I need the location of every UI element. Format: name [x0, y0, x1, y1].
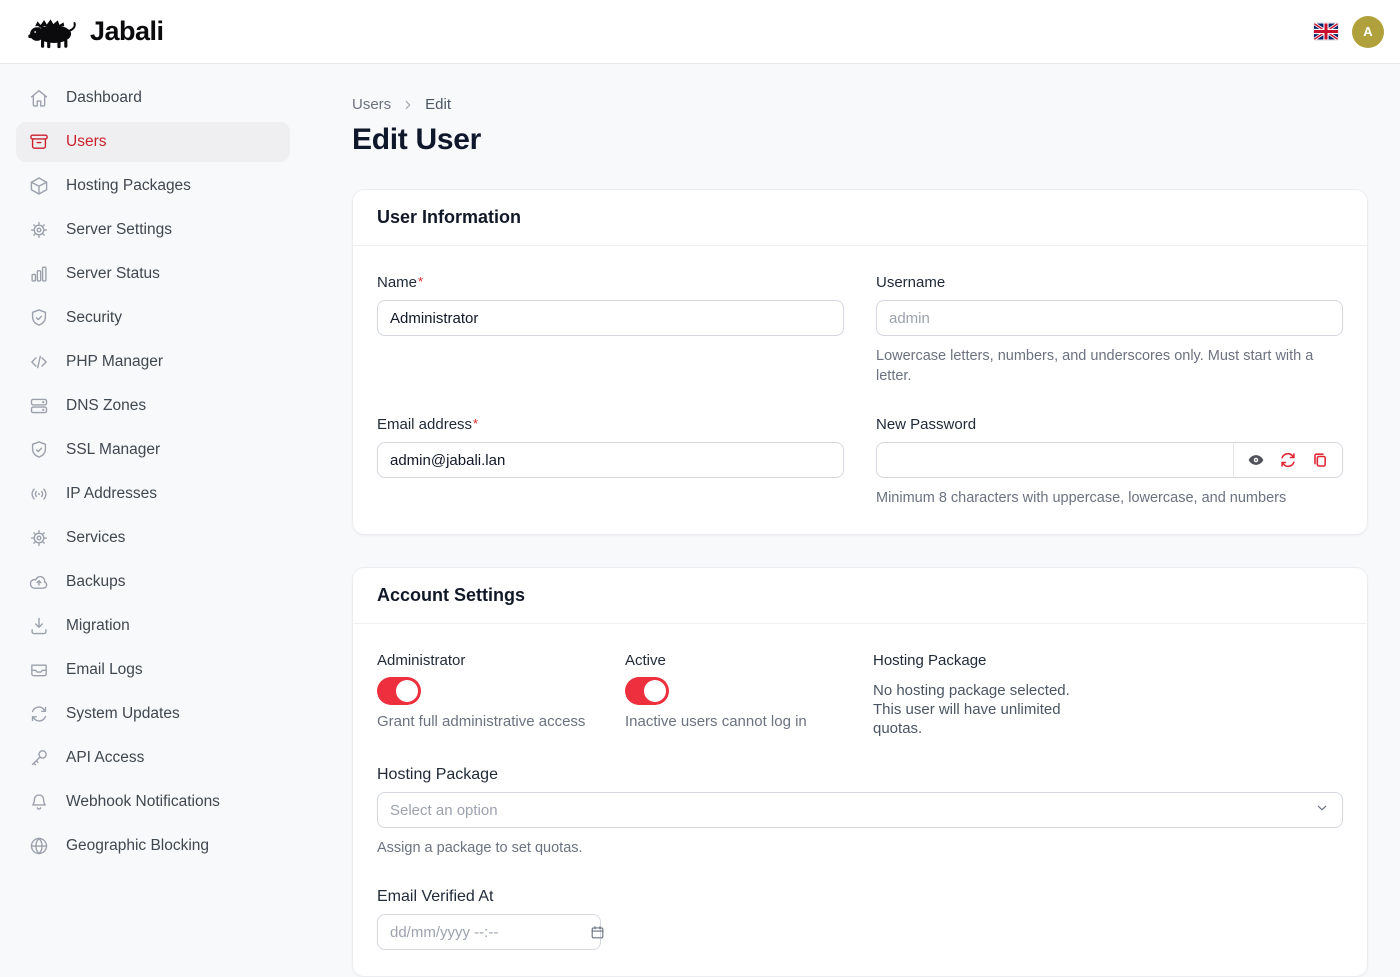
account-settings-card: Account Settings Administrator Grant ful…	[352, 567, 1368, 977]
shield-check-icon	[28, 439, 50, 461]
hosting-package-select[interactable]: Select an option	[377, 792, 1343, 828]
username-field: Username Lowercase letters, numbers, and…	[876, 274, 1343, 386]
topbar: Jabali A	[0, 0, 1400, 64]
hosting-package-label: Hosting Package	[377, 766, 498, 783]
sidebar-item-dashboard[interactable]: Dashboard	[16, 78, 290, 118]
username-input[interactable]	[877, 301, 1342, 335]
card-title: Account Settings	[377, 585, 1343, 606]
user-avatar[interactable]: A	[1352, 16, 1384, 48]
bell-icon	[28, 791, 50, 813]
new-password-input[interactable]	[877, 443, 1233, 477]
language-flag-uk-icon[interactable]	[1314, 23, 1338, 40]
chart-bar-icon	[28, 263, 50, 285]
username-helper: Lowercase letters, numbers, and undersco…	[876, 346, 1343, 386]
user-information-card: User Information Name* Username Lowercas…	[352, 189, 1368, 535]
administrator-helper: Grant full administrative access	[377, 713, 625, 730]
email-verified-at-input[interactable]	[390, 915, 589, 949]
breadcrumb: Users Edit	[352, 96, 1368, 113]
username-label: Username	[876, 274, 945, 291]
toggle-knob	[644, 680, 666, 702]
inbox-icon	[28, 659, 50, 681]
active-toggle[interactable]	[625, 677, 669, 705]
sidebar-item-webhook-notifications[interactable]: Webhook Notifications	[16, 782, 290, 822]
archive-box-icon	[28, 131, 50, 153]
chevron-right-icon	[401, 98, 415, 112]
select-placeholder: Select an option	[390, 802, 498, 819]
sidebar: Dashboard Users Hosting Packages Server …	[0, 64, 306, 900]
page-title: Edit User	[352, 123, 1368, 157]
administrator-toggle[interactable]	[377, 677, 421, 705]
generate-password-refresh-icon[interactable]	[1278, 450, 1298, 470]
sidebar-item-api-access[interactable]: API Access	[16, 738, 290, 778]
main-content: Users Edit Edit User User Information Na…	[352, 64, 1368, 977]
sidebar-item-users[interactable]: Users	[16, 122, 290, 162]
card-header: User Information	[353, 190, 1367, 246]
brand-name: Jabali	[90, 16, 164, 47]
name-label: Name	[377, 274, 417, 291]
sidebar-item-geographic-blocking[interactable]: Geographic Blocking	[16, 826, 290, 866]
sidebar-item-security[interactable]: Security	[16, 298, 290, 338]
reveal-password-eye-icon[interactable]	[1246, 450, 1266, 470]
email-input[interactable]	[378, 443, 843, 477]
cube-icon	[28, 175, 50, 197]
breadcrumb-current: Edit	[425, 96, 451, 113]
card-title: User Information	[377, 207, 1343, 228]
sidebar-item-services[interactable]: Services	[16, 518, 290, 558]
sidebar-item-hosting-packages[interactable]: Hosting Packages	[16, 166, 290, 206]
new-password-field: New Password	[876, 416, 1343, 508]
required-asterisk: *	[473, 416, 478, 431]
name-field: Name*	[377, 274, 844, 386]
home-icon	[28, 87, 50, 109]
email-verified-at-field: Email Verified At	[377, 888, 1343, 950]
cog-icon	[28, 219, 50, 241]
sidebar-item-system-updates[interactable]: System Updates	[16, 694, 290, 734]
code-bracket-icon	[28, 351, 50, 373]
sidebar-item-migration[interactable]: Migration	[16, 606, 290, 646]
brand-link[interactable]: Jabali	[28, 14, 164, 50]
sidebar-item-server-status[interactable]: Server Status	[16, 254, 290, 294]
new-password-label: New Password	[876, 416, 976, 433]
cog-icon	[28, 527, 50, 549]
active-helper: Inactive users cannot log in	[625, 713, 873, 730]
new-password-helper: Minimum 8 characters with uppercase, low…	[876, 488, 1343, 508]
arrow-down-tray-icon	[28, 615, 50, 637]
active-toggle-group: Active Inactive users cannot log in	[625, 648, 873, 738]
sidebar-item-backups[interactable]: Backups	[16, 562, 290, 602]
name-input[interactable]	[378, 301, 843, 335]
hosting-package-field: Hosting Package Select an option Assign …	[377, 766, 1343, 858]
sidebar-item-email-logs[interactable]: Email Logs	[16, 650, 290, 690]
toggle-knob	[396, 680, 418, 702]
sidebar-item-dns-zones[interactable]: DNS Zones	[16, 386, 290, 426]
sidebar-item-php-manager[interactable]: PHP Manager	[16, 342, 290, 382]
arrow-path-icon	[28, 703, 50, 725]
card-header: Account Settings	[353, 568, 1367, 624]
email-verified-at-label: Email Verified At	[377, 888, 494, 905]
active-label: Active	[625, 652, 873, 669]
sidebar-item-ssl-manager[interactable]: SSL Manager	[16, 430, 290, 470]
sidebar-item-server-settings[interactable]: Server Settings	[16, 210, 290, 250]
hosting-package-summary-label: Hosting Package	[873, 652, 1343, 669]
email-field: Email address*	[377, 416, 844, 508]
administrator-label: Administrator	[377, 652, 625, 669]
key-icon	[28, 747, 50, 769]
breadcrumb-users-link[interactable]: Users	[352, 96, 391, 113]
administrator-toggle-group: Administrator Grant full administrative …	[377, 648, 625, 738]
boar-logo-icon	[28, 14, 80, 50]
hosting-package-summary: Hosting Package No hosting package selec…	[873, 648, 1343, 738]
hosting-package-helper: Assign a package to set quotas.	[377, 838, 1343, 858]
globe-icon	[28, 835, 50, 857]
required-asterisk: *	[418, 274, 423, 289]
hosting-package-summary-text: No hosting package selected. This user w…	[873, 681, 1085, 738]
chevron-down-icon	[1314, 800, 1330, 821]
sidebar-item-ip-addresses[interactable]: IP Addresses	[16, 474, 290, 514]
email-label: Email address	[377, 416, 472, 433]
copy-password-clipboard-icon[interactable]	[1310, 450, 1330, 470]
calendar-icon	[589, 924, 606, 941]
signal-icon	[28, 483, 50, 505]
cloud-arrow-up-icon	[28, 571, 50, 593]
server-stack-icon	[28, 395, 50, 417]
shield-check-icon	[28, 307, 50, 329]
